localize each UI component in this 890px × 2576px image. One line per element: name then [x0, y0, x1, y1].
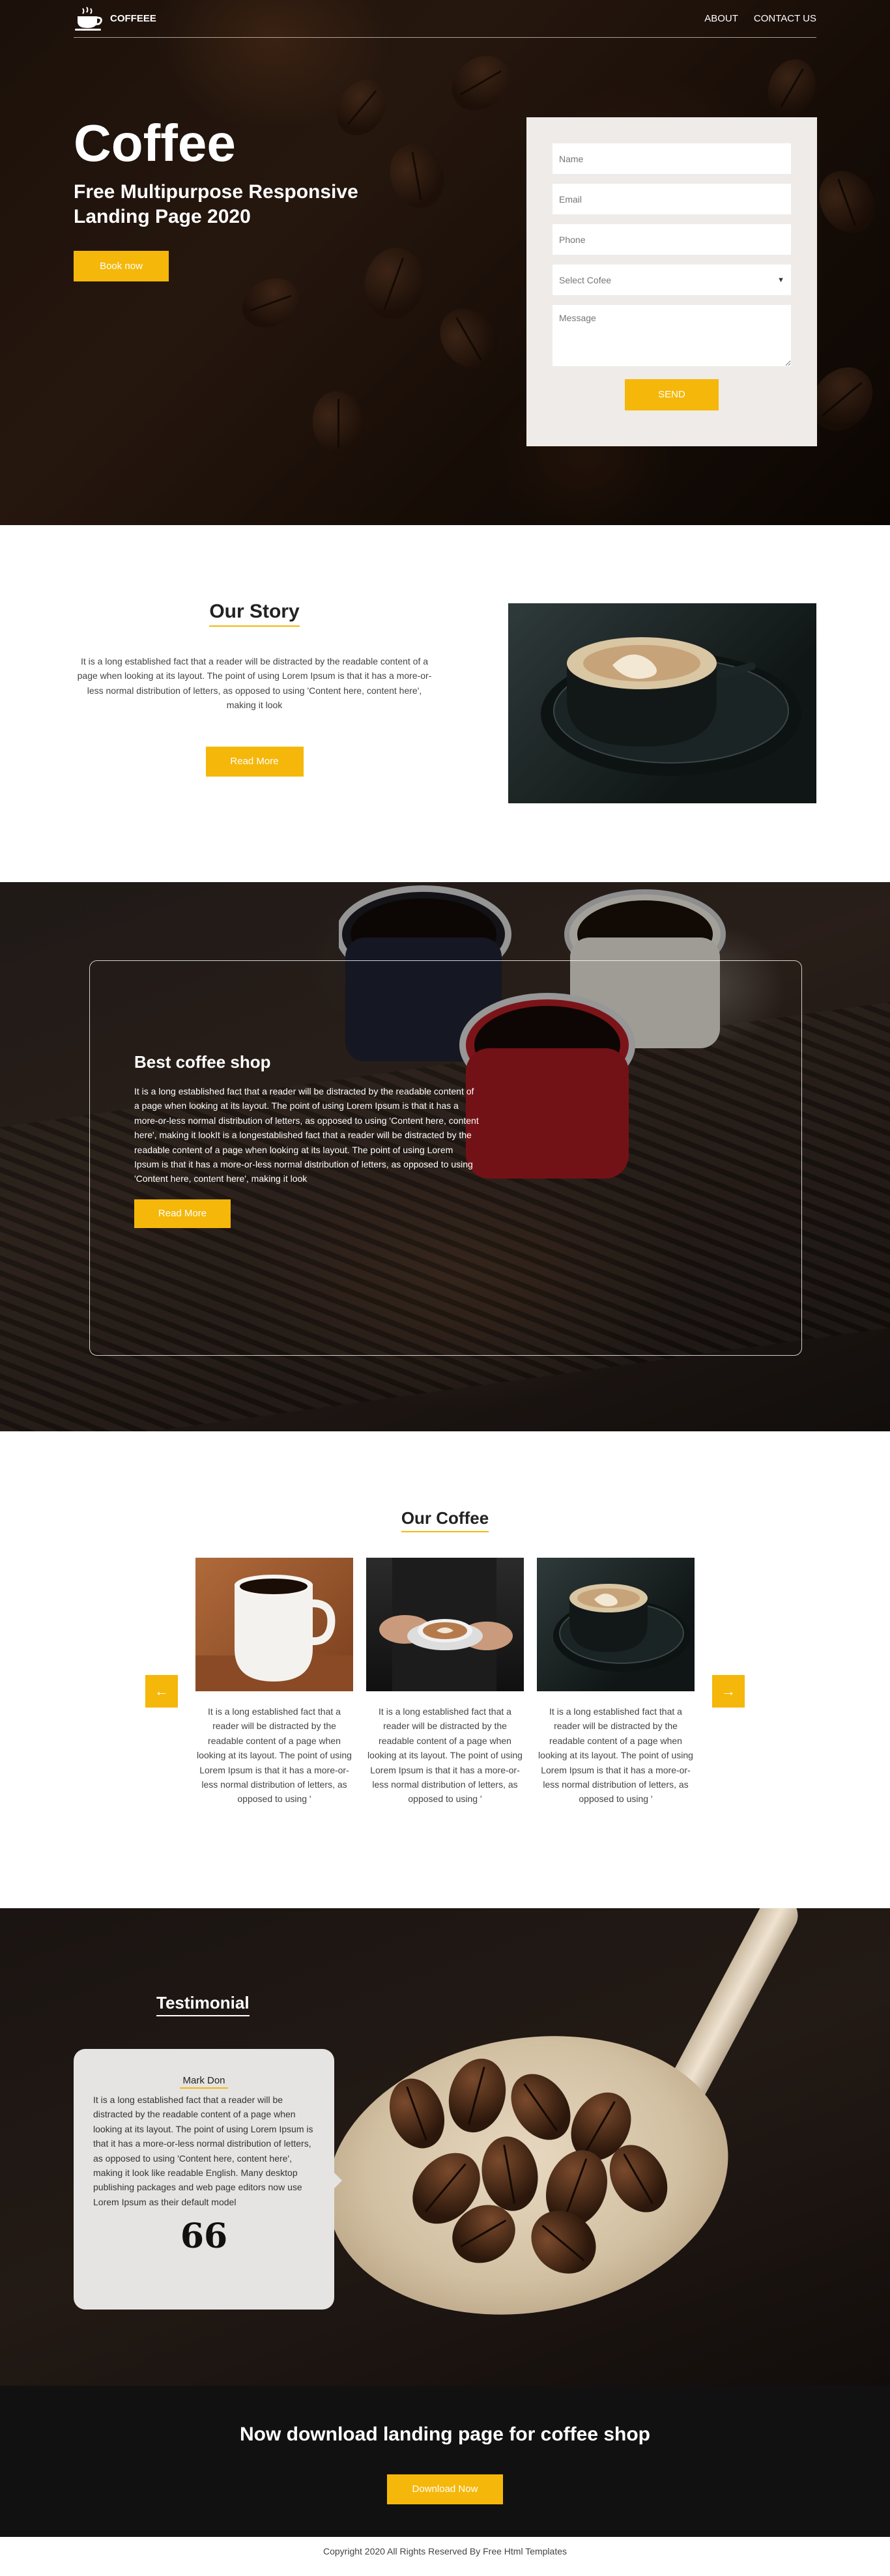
download-now-button[interactable]: Download Now: [387, 2474, 503, 2504]
name-input[interactable]: [553, 143, 791, 174]
story-content: Our Story It is a long established fact …: [74, 601, 435, 777]
coffee-cup-icon: [75, 6, 102, 31]
coffee-card: It is a long established fact that a rea…: [537, 1558, 695, 1807]
coffee-card-image: [195, 1558, 353, 1691]
arrow-right-icon[interactable]: →: [712, 1675, 745, 1708]
coffee-card: It is a long established fact that a rea…: [366, 1558, 524, 1807]
email-input[interactable]: [553, 184, 791, 214]
hero-section: COFFEEE ABOUT CONTACT US Coffee Free Mul…: [0, 0, 890, 525]
coffee-card-text: It is a long established fact that a rea…: [367, 1706, 523, 1805]
testimonial-author-name: Mark Don: [180, 2075, 228, 2089]
shop-title: Best coffee shop: [134, 1052, 271, 1072]
top-nav: COFFEEE ABOUT CONTACT US: [74, 0, 816, 38]
hero-subtitle: Free Multipurpose Responsive Landing Pag…: [74, 181, 358, 227]
hero-title: Coffee: [74, 114, 236, 172]
story-read-more-button[interactable]: Read More: [205, 746, 304, 777]
shop-text: It is a long established fact that a rea…: [134, 1086, 479, 1184]
shop-content: Best coffee shop It is a long establishe…: [134, 1052, 480, 1228]
copyright-text: Copyright 2020 All Rights Reserved By Fr…: [323, 2546, 567, 2556]
coffee-select-value: Select Cofee: [559, 274, 612, 285]
nav-links: ABOUT CONTACT US: [704, 13, 816, 24]
best-coffee-shop-section: Best coffee shop It is a long establishe…: [0, 882, 890, 1431]
coffee-card-image: [537, 1558, 695, 1691]
coffee-title-wrap: Our Coffee: [0, 1431, 890, 1532]
coffee-title: Our Coffee: [401, 1508, 489, 1532]
nav-link-about[interactable]: ABOUT: [704, 13, 738, 24]
coffee-card: It is a long established fact that a rea…: [195, 1558, 353, 1807]
story-text: It is a long established fact that a rea…: [77, 656, 432, 711]
download-title: Now download landing page for coffee sho…: [240, 2424, 650, 2445]
coffee-card-text: It is a long established fact that a rea…: [197, 1706, 352, 1805]
phone-input[interactable]: [553, 224, 791, 255]
hero-text: Coffee Free Multipurpose Responsive Land…: [74, 117, 412, 281]
logo-text: COFFEEE: [110, 13, 156, 24]
send-button[interactable]: SEND: [625, 379, 719, 410]
book-now-button[interactable]: Book now: [74, 251, 169, 281]
testimonial-title: Testimonial: [156, 1993, 250, 2016]
logo[interactable]: COFFEEE: [74, 6, 156, 32]
testimonial-card: Mark Don It is a long established fact t…: [74, 2049, 342, 2310]
shop-box: Best coffee shop It is a long establishe…: [89, 960, 802, 1356]
download-section: Now download landing page for coffee sho…: [0, 2386, 890, 2537]
testimonial-text: It is a long established fact that a rea…: [93, 2095, 313, 2207]
chevron-down-icon: ▼: [777, 276, 784, 284]
our-coffee-section: Our Coffee ← → It is a long established …: [0, 1431, 890, 1908]
coffee-select[interactable]: Select Cofee ▼: [553, 265, 791, 295]
testimonial-author: Mark Don: [93, 2075, 315, 2089]
story-title: Our Story: [209, 601, 299, 627]
coffee-carousel: It is a long established fact that a rea…: [195, 1558, 695, 1807]
story-coffee-image: [508, 603, 816, 803]
coffee-card-image: [366, 1558, 524, 1691]
footer: Copyright 2020 All Rights Reserved By Fr…: [0, 2537, 890, 2576]
quote-icon: 66: [180, 2216, 228, 2257]
shop-read-more-button[interactable]: Read More: [134, 1199, 231, 1228]
coffee-card-text: It is a long established fact that a rea…: [538, 1706, 693, 1805]
arrow-left-icon[interactable]: ←: [145, 1675, 178, 1708]
booking-form: Select Cofee ▼ SEND: [526, 117, 817, 446]
testimonial-section: Testimonial Mark Don It is a long establ…: [0, 1908, 890, 2386]
nav-link-contact[interactable]: CONTACT US: [754, 13, 816, 24]
our-story-section: Our Story It is a long established fact …: [0, 525, 890, 882]
message-input[interactable]: [553, 305, 791, 366]
